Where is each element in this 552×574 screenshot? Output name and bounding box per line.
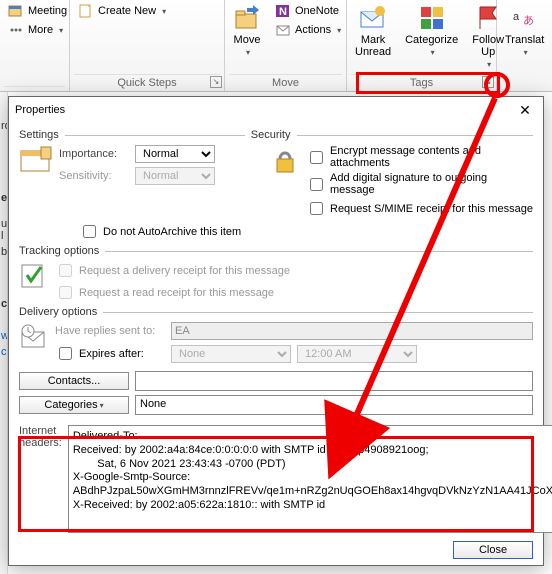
settings-heading: Settings xyxy=(19,129,59,141)
replies-label: Have replies sent to: xyxy=(55,325,165,337)
actions-label: Actions xyxy=(295,24,331,36)
categories-button[interactable]: Categories xyxy=(19,396,129,414)
onenote-icon: N xyxy=(275,3,291,19)
tags-launcher[interactable]: ↘ xyxy=(482,76,494,88)
autoarchive-checkbox[interactable]: Do not AutoArchive this item xyxy=(79,222,241,241)
bg-text: elco xyxy=(0,192,7,204)
importance-label: Importance: xyxy=(59,148,129,160)
categorize-label: Categorize xyxy=(405,34,458,46)
meeting-button[interactable]: Meeting xyxy=(4,2,71,20)
categorize-icon xyxy=(418,4,446,32)
svg-text:N: N xyxy=(279,6,287,18)
categories-box[interactable]: None xyxy=(135,395,533,415)
expires-date-select: None xyxy=(171,345,291,363)
signature-checkbox[interactable]: Add digital signature to outgoing messag… xyxy=(306,172,533,196)
mark-unread-button[interactable]: Mark Unread xyxy=(351,2,395,60)
bg-text: ww xyxy=(0,330,7,342)
internet-headers-text[interactable]: Delivered-To: Received: by 2002:a4a:84ce… xyxy=(68,425,552,533)
encrypt-checkbox[interactable]: Encrypt message contents and attachments xyxy=(306,145,533,169)
properties-dialog: Properties ✕ Settings Security Importanc… xyxy=(8,96,544,566)
move-label: Move xyxy=(234,34,261,46)
onenote-label: OneNote xyxy=(295,5,339,17)
tracking-heading: Tracking options xyxy=(19,245,99,257)
security-icon xyxy=(270,145,300,175)
move-icon xyxy=(233,4,261,32)
translate-label: Translat xyxy=(505,34,544,46)
importance-select[interactable]: Normal xyxy=(135,145,215,163)
create-new-icon xyxy=(78,3,94,19)
security-heading: Security xyxy=(251,129,291,141)
close-button[interactable]: Close xyxy=(453,541,533,559)
bg-text: ces xyxy=(0,298,7,310)
tracking-icon xyxy=(19,261,49,291)
contacts-button[interactable]: Contacts... xyxy=(19,372,129,390)
dialog-title: Properties xyxy=(15,104,513,116)
contacts-box[interactable] xyxy=(135,371,533,391)
sensitivity-label: Sensitivity: xyxy=(59,170,129,182)
bg-text: ur l xyxy=(0,218,7,242)
mark-unread-label: Mark Unread xyxy=(355,34,391,58)
svg-text:a: a xyxy=(513,11,520,23)
more-label: More xyxy=(28,24,53,36)
onenote-button[interactable]: N OneNote xyxy=(271,2,345,20)
quick-steps-launcher[interactable]: ↘ xyxy=(210,76,222,88)
close-icon[interactable]: ✕ xyxy=(513,101,537,119)
bg-text: bile xyxy=(0,246,7,258)
delivery-icon xyxy=(19,322,49,352)
internet-headers-label: Internet headers: xyxy=(19,425,62,449)
meeting-icon xyxy=(8,3,24,19)
sensitivity-select: Normal xyxy=(135,167,215,185)
categorize-button[interactable]: Categorize xyxy=(401,2,462,59)
read-receipt-checkbox: Request a read receipt for this message xyxy=(55,283,533,302)
smime-checkbox[interactable]: Request S/MIME receipt for this message xyxy=(306,199,533,218)
svg-text:あ: あ xyxy=(523,14,534,27)
delivery-heading: Delivery options xyxy=(19,306,97,318)
expires-checkbox[interactable]: Expires after: xyxy=(55,344,165,363)
mark-unread-icon xyxy=(359,4,387,32)
tags-group-label: Tags xyxy=(351,74,492,91)
settings-icon xyxy=(19,145,53,179)
create-new-button[interactable]: Create New xyxy=(74,2,170,20)
translate-icon: aあ xyxy=(511,4,539,32)
move-button[interactable]: Move xyxy=(229,2,265,59)
bg-text: rot xyxy=(0,120,7,132)
bg-text: cou xyxy=(0,346,7,358)
actions-icon xyxy=(275,22,291,38)
translate-button[interactable]: aあ Translat xyxy=(501,2,548,59)
replies-input xyxy=(171,322,533,340)
actions-button[interactable]: Actions xyxy=(271,21,345,39)
expires-time-select: 12:00 AM xyxy=(297,345,417,363)
more-icon xyxy=(8,22,24,38)
create-new-label: Create New xyxy=(98,5,156,17)
meeting-label: Meeting xyxy=(28,5,67,17)
delivery-receipt-checkbox: Request a delivery receipt for this mess… xyxy=(55,261,533,280)
move-group-label: Move xyxy=(229,74,342,91)
respond-group-label xyxy=(4,86,65,91)
more-button[interactable]: More xyxy=(4,21,67,39)
quick-steps-group-label: Quick Steps xyxy=(74,74,220,91)
